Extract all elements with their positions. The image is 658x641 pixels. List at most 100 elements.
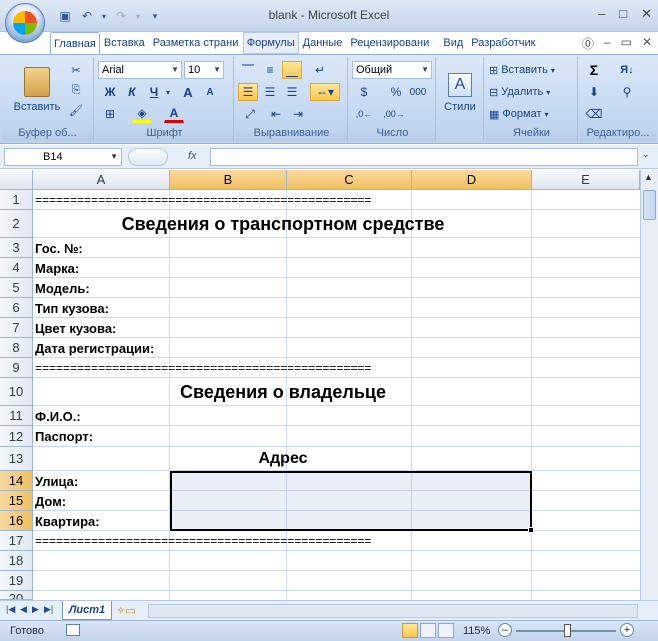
zoom-level[interactable]: 115% <box>463 625 490 637</box>
row-header[interactable]: 12 <box>0 426 33 447</box>
tab-developer[interactable]: Разработчик <box>467 32 539 54</box>
vertical-scrollbar[interactable]: ▲ <box>640 170 658 600</box>
zoom-in-button[interactable]: + <box>620 623 634 637</box>
align-top-icon[interactable]: ⎺ <box>238 61 258 79</box>
label-registration-date[interactable]: Дата регистрации: <box>35 338 154 358</box>
vehicle-section-title[interactable]: Сведения о транспортном средстве <box>33 210 533 238</box>
fill-color-icon[interactable]: ◈ <box>132 105 152 123</box>
row-header[interactable]: 9 <box>0 358 33 378</box>
select-all-corner[interactable] <box>0 170 33 190</box>
percent-button[interactable]: % <box>386 83 406 101</box>
row-header[interactable]: 4 <box>0 258 33 278</box>
sort-filter-icon[interactable]: Я↓ <box>614 61 640 79</box>
macro-record-icon[interactable] <box>66 624 80 636</box>
thousands-button[interactable]: 000 <box>408 83 428 101</box>
underline-button[interactable]: Ч <box>144 83 164 101</box>
shrink-font-button[interactable]: A <box>200 83 220 101</box>
zoom-slider-thumb[interactable] <box>564 624 571 637</box>
merge-center-icon[interactable]: ⇔▾ <box>310 83 340 101</box>
expand-formula-bar-icon[interactable]: ⌄ <box>642 149 654 165</box>
align-right-icon[interactable]: ☰ <box>282 83 302 101</box>
next-sheet-icon[interactable]: ▶ <box>32 604 39 615</box>
sheet-tab-active[interactable]: Лист1 <box>62 601 112 620</box>
orientation-icon[interactable]: ⤢ <box>240 105 260 123</box>
decrease-indent-icon[interactable]: ⇤ <box>266 105 286 123</box>
tab-data[interactable]: Данные <box>299 32 347 54</box>
format-painter-icon[interactable]: 🖌 <box>66 101 86 119</box>
ribbon-close-icon[interactable]: ✕ <box>642 35 652 52</box>
scroll-up-icon[interactable]: ▲ <box>644 172 653 182</box>
clear-icon[interactable]: ⌫ <box>584 105 604 123</box>
last-sheet-icon[interactable]: ▶| <box>44 604 53 615</box>
row-header[interactable]: 20 <box>0 591 33 600</box>
tab-home[interactable]: Главная <box>50 32 100 54</box>
tab-formulas[interactable]: Формулы <box>242 32 299 54</box>
owner-section-title[interactable]: Сведения о владельце <box>33 378 533 406</box>
row-header[interactable]: 15 <box>0 491 33 511</box>
styles-button[interactable]: A Стили <box>440 61 480 125</box>
maximize-button[interactable]: □ <box>619 6 627 22</box>
tab-page-layout[interactable]: Разметка страни <box>149 32 243 54</box>
format-cells-button[interactable]: ▦ Формат ▾ <box>488 105 574 123</box>
fill-icon[interactable]: ⬇ <box>584 83 604 101</box>
font-color-icon[interactable]: A <box>164 105 184 123</box>
zoom-out-button[interactable]: – <box>498 623 512 637</box>
copy-icon[interactable]: ⎘ <box>66 81 86 99</box>
increase-indent-icon[interactable]: ⇥ <box>288 105 308 123</box>
help-icon[interactable]: ⓪ <box>582 35 594 52</box>
grow-font-button[interactable]: A <box>178 83 198 101</box>
label-make[interactable]: Марка: <box>35 258 79 278</box>
row-header[interactable]: 6 <box>0 298 33 318</box>
align-center-icon[interactable]: ☰ <box>260 83 280 101</box>
wrap-text-icon[interactable]: ↵ <box>310 61 330 79</box>
tab-insert[interactable]: Вставка <box>100 32 149 54</box>
paste-button[interactable]: Вставить <box>6 59 68 121</box>
worksheet-grid[interactable]: A B C D E 1 2 3 4 5 6 7 8 9 10 11 12 13 … <box>0 170 640 600</box>
align-bottom-icon[interactable]: ⎽ <box>282 61 302 79</box>
page-layout-view-button[interactable] <box>420 623 436 638</box>
tab-review[interactable]: Рецензировани <box>346 32 439 54</box>
separator-row-9[interactable]: ========================================… <box>35 358 495 377</box>
column-header-e[interactable]: E <box>532 170 640 190</box>
column-header-c[interactable]: C <box>287 170 412 190</box>
selected-range[interactable] <box>170 471 532 531</box>
ribbon-minimize-icon[interactable]: – <box>604 35 611 52</box>
label-body-type[interactable]: Тип кузова: <box>35 298 109 318</box>
label-model[interactable]: Модель: <box>35 278 90 298</box>
font-size-select[interactable]: 10 ▼ <box>184 61 224 79</box>
name-box[interactable]: B14 ▼ <box>4 148 122 166</box>
separator-row-1[interactable]: ========================================… <box>35 190 495 209</box>
office-button[interactable] <box>5 3 45 43</box>
number-format-select[interactable]: Общий ▼ <box>352 61 432 79</box>
cut-icon[interactable]: ✂ <box>66 61 86 79</box>
column-header-b[interactable]: B <box>170 170 287 190</box>
row-header[interactable]: 11 <box>0 406 33 426</box>
row-header[interactable]: 2 <box>0 210 33 238</box>
row-header[interactable]: 19 <box>0 571 33 591</box>
row-header[interactable]: 7 <box>0 318 33 338</box>
label-house[interactable]: Дом: <box>35 491 66 511</box>
separator-row-17[interactable]: ========================================… <box>35 531 495 550</box>
label-passport[interactable]: Паспорт: <box>35 426 93 447</box>
insert-function-icon[interactable]: fx <box>188 150 197 162</box>
formula-input[interactable] <box>210 148 638 166</box>
decrease-decimal-icon[interactable]: ,00→ <box>383 105 405 123</box>
column-header-a[interactable]: A <box>33 170 170 190</box>
row-header[interactable]: 8 <box>0 338 33 358</box>
page-break-view-button[interactable] <box>438 623 454 638</box>
insert-sheet-icon[interactable]: ✧▭ <box>113 603 139 618</box>
row-header[interactable]: 13 <box>0 447 33 471</box>
row-header[interactable]: 16 <box>0 511 33 531</box>
label-street[interactable]: Улица: <box>35 471 78 491</box>
delete-cells-button[interactable]: ⊟ Удалить ▾ <box>488 83 574 101</box>
address-section-title[interactable]: Адрес <box>33 447 533 471</box>
underline-dropdown-icon[interactable]: ▾ <box>164 83 172 101</box>
tab-view[interactable]: Вид <box>439 32 467 54</box>
close-button[interactable]: ✕ <box>641 6 652 22</box>
italic-button[interactable]: К <box>122 83 142 101</box>
row-header[interactable]: 18 <box>0 551 33 571</box>
row-header[interactable]: 14 <box>0 471 33 491</box>
label-apartment[interactable]: Квартира: <box>35 511 100 531</box>
row-header[interactable]: 17 <box>0 531 33 551</box>
currency-button[interactable]: $ <box>354 83 374 101</box>
